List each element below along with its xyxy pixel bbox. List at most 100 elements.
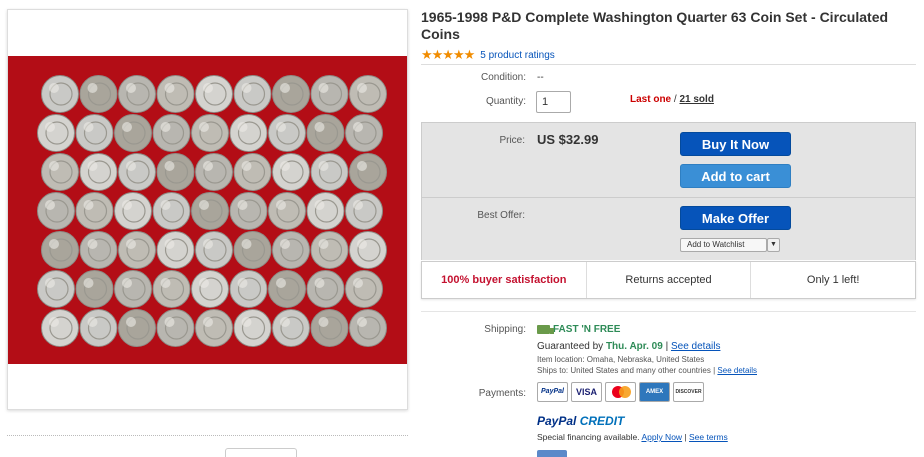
see-terms-link[interactable]: See terms [689, 432, 728, 442]
coin [79, 231, 118, 269]
payment-methods: PayPal VISA AMEX DISCOVER [537, 382, 707, 402]
guaranteed-sep: | [662, 341, 671, 352]
coin [195, 309, 233, 347]
coin [41, 75, 79, 113]
coin [268, 270, 306, 308]
item-location: Item location: Omaha, Nebraska, United S… [537, 355, 705, 364]
buyer-satisfaction: 100% buyer satisfaction [422, 262, 587, 298]
coin [41, 153, 79, 191]
feature-divider [421, 311, 916, 312]
last-one-text: Last one [630, 94, 672, 105]
financing-text: Special financing available. [537, 432, 642, 442]
guaranteed-prefix: Guaranteed by [537, 341, 606, 352]
coin [345, 270, 383, 308]
coin [41, 231, 79, 269]
partial-row [125, 448, 305, 457]
shipping-label: Shipping: [484, 324, 526, 335]
mastercard-icon [605, 382, 636, 402]
coin [272, 153, 310, 191]
coin [306, 270, 345, 308]
only-left: Only 1 left! [806, 274, 860, 286]
quantity-label: Quantity: [485, 96, 526, 107]
coin [195, 75, 233, 113]
ships-to-details-link[interactable]: See details [717, 366, 757, 375]
coin [310, 231, 349, 269]
coin [272, 231, 310, 269]
fast-n-free: FAST 'N FREE [537, 324, 620, 335]
coin [345, 192, 383, 230]
truck-icon [537, 325, 554, 334]
coin [195, 153, 233, 191]
chevron-down-icon[interactable]: ▼ [767, 238, 780, 252]
coin [79, 75, 118, 113]
coin [118, 75, 156, 113]
coin [233, 153, 272, 191]
paypal-credit-1: PayPal [537, 414, 577, 428]
coin [229, 270, 268, 308]
paypal-credit-2: CREDIT [576, 414, 625, 428]
payments-label: Payments: [478, 388, 526, 399]
coin [229, 192, 268, 230]
add-to-watchlist-button[interactable]: Add to Watchlist [680, 238, 767, 252]
coin [306, 192, 345, 230]
coin [272, 75, 310, 113]
partial-button[interactable] [225, 448, 297, 457]
price-label: Price: [499, 135, 525, 146]
coins-image [37, 75, 387, 347]
amex-icon: AMEX [639, 382, 670, 402]
coin [156, 75, 195, 113]
stock-status: Last one / 21 sold [630, 94, 714, 105]
buy-box: Price: US $32.99 Buy It Now Add to cart … [421, 122, 916, 260]
coin [349, 75, 387, 113]
product-image-card[interactable] [7, 9, 408, 410]
coin [152, 192, 191, 230]
coin [156, 309, 195, 347]
see-details-link[interactable]: See details [671, 341, 720, 352]
sold-count-link[interactable]: 21 sold [679, 94, 713, 105]
ships-to: Ships to: United States and many other c… [537, 366, 757, 375]
coin [114, 192, 152, 230]
coin [75, 270, 114, 308]
coin [349, 231, 387, 269]
product-photo[interactable] [8, 56, 407, 364]
financing-info: Special financing available. Apply Now |… [537, 432, 728, 442]
condition-value: -- [537, 72, 544, 83]
make-offer-button[interactable]: Make Offer [680, 206, 791, 230]
apply-now-link[interactable]: Apply Now [641, 432, 682, 442]
guaranteed-delivery: Guaranteed by Thu. Apr. 09 | See details [537, 341, 720, 352]
item-title: 1965-1998 P&D Complete Washington Quarte… [421, 9, 889, 42]
buy-it-now-button[interactable]: Buy It Now [680, 132, 791, 156]
feature-row: 100% buyer satisfaction Returns accepted… [421, 261, 916, 299]
title-divider [421, 64, 916, 65]
visa-icon: VISA [571, 382, 602, 402]
coin [152, 114, 191, 152]
coin [114, 270, 152, 308]
price-value: US $32.99 [537, 132, 599, 147]
coin [75, 114, 114, 152]
coin [37, 192, 75, 230]
coin [349, 153, 387, 191]
buy-box-divider [422, 197, 915, 198]
add-to-cart-button[interactable]: Add to cart [680, 164, 791, 188]
coin [229, 114, 268, 152]
coin [310, 75, 349, 113]
coin [233, 309, 272, 347]
coin [191, 192, 229, 230]
coin [306, 114, 345, 152]
product-ratings-link[interactable]: 5 product ratings [480, 50, 555, 61]
paypal-icon: PayPal [537, 382, 568, 402]
product-rating[interactable]: ★★★★★ 5 product ratings [421, 47, 555, 63]
coin [345, 114, 383, 152]
delivery-date: Thu. Apr. 09 [605, 341, 663, 352]
quantity-input[interactable]: 1 [536, 91, 571, 113]
fin-sep: | [682, 432, 690, 442]
coin [156, 153, 195, 191]
rating-stars-icon: ★★★★★ [421, 47, 475, 62]
ships-to-text: Ships to: United States and many other c… [537, 366, 711, 375]
coin [37, 270, 75, 308]
coin [37, 114, 75, 152]
coin [191, 114, 229, 152]
coin [41, 309, 79, 347]
left-divider [7, 435, 408, 436]
partial-icon [537, 450, 567, 457]
